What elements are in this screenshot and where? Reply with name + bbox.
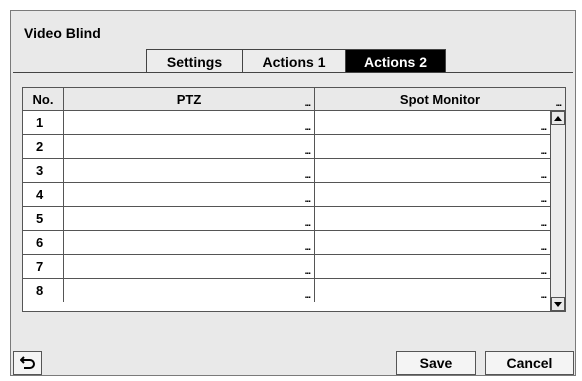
table-header: No. PTZ ... Spot Monitor ... [23, 88, 565, 111]
spot-monitor-cell[interactable]: ... [315, 135, 551, 158]
row-number: 1 [23, 111, 64, 134]
ptz-ellipsis-button[interactable]: ... [305, 171, 311, 181]
save-button[interactable]: Save [396, 351, 476, 375]
ptz-header-ellipsis-button[interactable]: ... [305, 99, 311, 109]
ptz-cell[interactable]: ... [64, 111, 315, 134]
column-header-no: No. [23, 88, 64, 110]
ptz-ellipsis-button[interactable]: ... [305, 267, 311, 277]
scroll-down-button[interactable] [551, 297, 565, 311]
spot-monitor-ellipsis-button[interactable]: ... [541, 195, 547, 205]
spot-monitor-ellipsis-button[interactable]: ... [541, 147, 547, 157]
tab-actions-1[interactable]: Actions 1 [243, 49, 346, 73]
ptz-cell[interactable]: ... [64, 135, 315, 158]
spot-monitor-cell[interactable]: ... [315, 279, 551, 302]
arrow-up-icon [554, 115, 562, 121]
back-arrow-icon [19, 356, 35, 369]
table-row: 6 ... ... [23, 231, 551, 255]
ptz-ellipsis-button[interactable]: ... [305, 291, 311, 301]
column-header-spot-monitor-label: Spot Monitor [399, 91, 481, 107]
row-number: 8 [23, 279, 64, 302]
spot-monitor-cell[interactable]: ... [315, 159, 551, 182]
spot-monitor-ellipsis-button[interactable]: ... [541, 267, 547, 277]
spot-monitor-cell[interactable]: ... [315, 183, 551, 206]
row-number: 3 [23, 159, 64, 182]
spot-monitor-ellipsis-button[interactable]: ... [541, 243, 547, 253]
table-row: 2 ... ... [23, 135, 551, 159]
cancel-button[interactable]: Cancel [485, 351, 574, 375]
ptz-ellipsis-button[interactable]: ... [305, 147, 311, 157]
ptz-cell[interactable]: ... [64, 183, 315, 206]
arrow-down-icon [554, 301, 562, 307]
ptz-ellipsis-button[interactable]: ... [305, 219, 311, 229]
table-body: 1 ... ... 2 ... ... 3 ... ... 4 ... ... … [23, 111, 551, 303]
ptz-cell[interactable]: ... [64, 207, 315, 230]
spot-monitor-ellipsis-button[interactable]: ... [541, 291, 547, 301]
ptz-cell[interactable]: ... [64, 255, 315, 278]
tab-settings[interactable]: Settings [146, 49, 243, 73]
table-row: 1 ... ... [23, 111, 551, 135]
table-row: 7 ... ... [23, 255, 551, 279]
table-scrollbar[interactable] [550, 111, 565, 311]
ptz-ellipsis-button[interactable]: ... [305, 243, 311, 253]
spot-monitor-cell[interactable]: ... [315, 111, 551, 134]
scroll-up-button[interactable] [551, 111, 565, 125]
table-row: 3 ... ... [23, 159, 551, 183]
spot-monitor-cell[interactable]: ... [315, 255, 551, 278]
tab-actions-2[interactable]: Actions 2 [346, 49, 446, 73]
dialog-title: Video Blind [24, 25, 101, 41]
ptz-cell[interactable]: ... [64, 159, 315, 182]
ptz-cell[interactable]: ... [64, 279, 315, 302]
spot-monitor-cell[interactable]: ... [315, 207, 551, 230]
tab-divider [13, 72, 573, 73]
ptz-ellipsis-button[interactable]: ... [305, 195, 311, 205]
spot-monitor-cell[interactable]: ... [315, 231, 551, 254]
spot-monitor-header-ellipsis-button[interactable]: ... [556, 99, 562, 109]
table-row: 4 ... ... [23, 183, 551, 207]
spot-monitor-ellipsis-button[interactable]: ... [541, 123, 547, 133]
video-blind-dialog: Video Blind Settings Actions 1 Actions 2… [10, 10, 576, 376]
row-number: 4 [23, 183, 64, 206]
row-number: 5 [23, 207, 64, 230]
table-row: 5 ... ... [23, 207, 551, 231]
actions-table: No. PTZ ... Spot Monitor ... 1 ... ... 2… [22, 87, 566, 312]
table-row: 8 ... ... [23, 279, 551, 303]
column-header-ptz[interactable]: PTZ ... [64, 88, 315, 110]
column-header-spot-monitor[interactable]: Spot Monitor ... [315, 88, 565, 110]
ptz-cell[interactable]: ... [64, 231, 315, 254]
row-number: 6 [23, 231, 64, 254]
row-number: 7 [23, 255, 64, 278]
back-button[interactable] [13, 351, 42, 375]
tab-bar: Settings Actions 1 Actions 2 [146, 49, 446, 73]
row-number: 2 [23, 135, 64, 158]
spot-monitor-ellipsis-button[interactable]: ... [541, 219, 547, 229]
column-header-ptz-label: PTZ [176, 91, 202, 107]
spot-monitor-ellipsis-button[interactable]: ... [541, 171, 547, 181]
ptz-ellipsis-button[interactable]: ... [305, 123, 311, 133]
